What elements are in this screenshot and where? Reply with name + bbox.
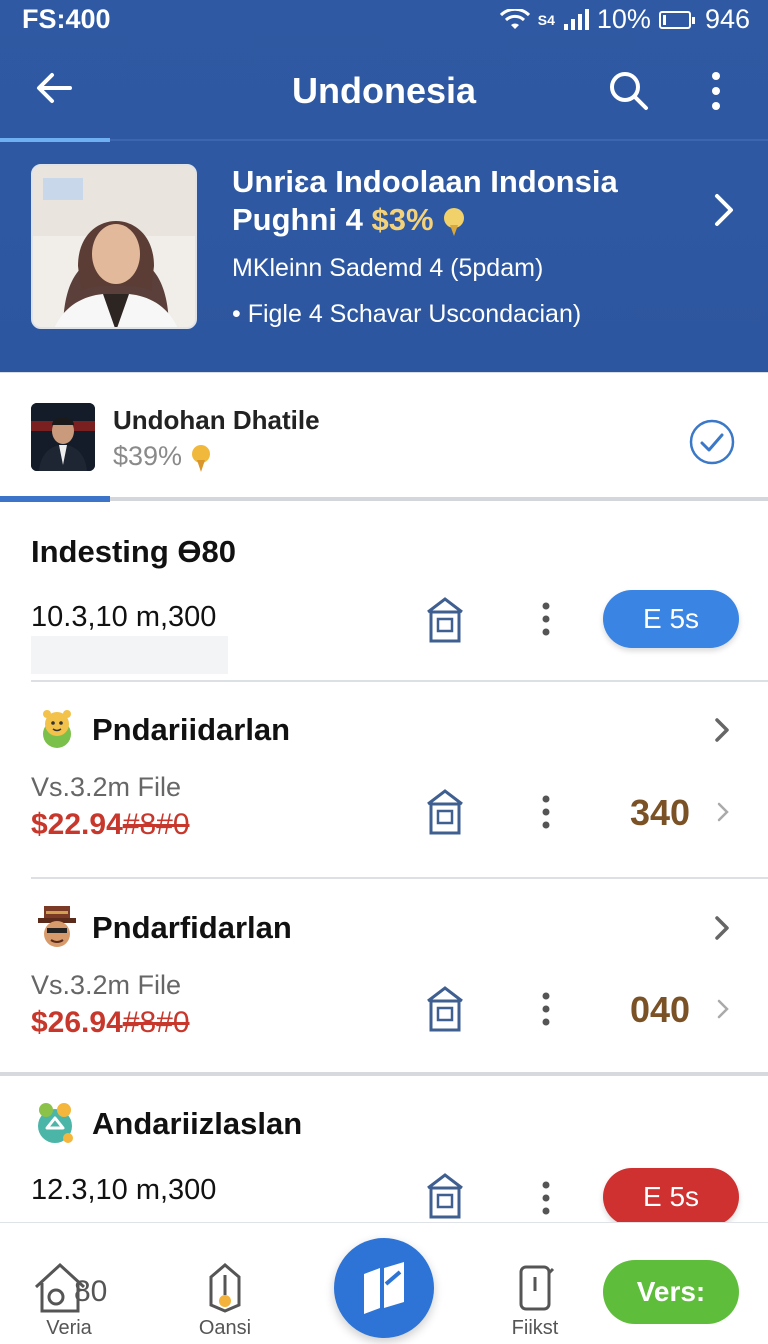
recycle-icon bbox=[38, 1103, 73, 1143]
page-title: Undonesia bbox=[291, 70, 477, 111]
store-icon[interactable] bbox=[425, 596, 465, 644]
badge-icon bbox=[444, 207, 465, 236]
section-value: 10.3,10 m,300 bbox=[31, 601, 217, 633]
divider bbox=[31, 680, 768, 682]
profile-price: $3% bbox=[371, 202, 434, 237]
chevron-right-icon bbox=[715, 194, 733, 226]
more-vert-icon[interactable] bbox=[698, 68, 734, 114]
profile-subtitle: MKleinn Sademd 4 (5pdam) bbox=[232, 254, 544, 282]
profile-card[interactable]: Unriɛa Indoolaan Indonsia Pughni 4 $3% M… bbox=[0, 142, 768, 372]
progress-bar-fill bbox=[0, 496, 110, 502]
item-title: Pndarfidarlan bbox=[92, 910, 292, 945]
app-bar: Undonesia bbox=[0, 46, 768, 136]
item-value: 12.3,10 m,300 bbox=[31, 1174, 217, 1206]
item-quantity: 340 bbox=[630, 792, 691, 833]
battery-percent: 10% bbox=[596, 4, 651, 34]
store-icon[interactable] bbox=[425, 1172, 465, 1220]
item-price: $22.94#8#0 bbox=[31, 808, 190, 842]
profile-photo bbox=[31, 164, 197, 329]
phone-icon bbox=[519, 1265, 555, 1311]
store-icon[interactable] bbox=[425, 985, 465, 1033]
chevron-right-icon bbox=[717, 999, 729, 1019]
chevron-right-icon[interactable] bbox=[712, 716, 732, 744]
center-action-button[interactable] bbox=[334, 1238, 434, 1338]
item-title: Pndariidarlan bbox=[92, 712, 291, 747]
check-circle-icon[interactable] bbox=[688, 418, 736, 466]
nav-item-oansi[interactable]: Oansi bbox=[180, 1261, 270, 1341]
nav-home-label: Veria bbox=[46, 1317, 92, 1339]
header: FS:400 S4 10% 946 Undonesia Unriɛa Indoo… bbox=[0, 0, 768, 372]
chevron-right-icon[interactable] bbox=[712, 914, 732, 942]
more-vert-icon[interactable] bbox=[540, 601, 552, 637]
progress-bar-track bbox=[110, 497, 768, 501]
search-icon[interactable] bbox=[606, 68, 652, 114]
account-avatar bbox=[31, 403, 95, 471]
item-quantity: 040 bbox=[630, 989, 691, 1030]
item-price-strike: #8#0 bbox=[122, 808, 190, 841]
divider bbox=[0, 1072, 768, 1076]
wifi-icon bbox=[499, 8, 530, 29]
nav-item-home[interactable]: 80 Veria bbox=[24, 1261, 114, 1341]
hat-person-icon bbox=[38, 906, 76, 947]
item-price: $26.94#8#0 bbox=[31, 1006, 190, 1040]
placeholder-bar bbox=[31, 636, 228, 674]
divider bbox=[31, 877, 768, 879]
more-vert-icon[interactable] bbox=[540, 991, 552, 1027]
profile-title-line2: Pughni 4 $3% bbox=[232, 202, 466, 238]
bear-icon bbox=[43, 710, 71, 748]
battery-icon bbox=[658, 10, 695, 29]
more-vert-icon[interactable] bbox=[540, 1180, 552, 1216]
account-row[interactable]: Undohan Dhatile $39% bbox=[0, 372, 768, 500]
profile-detail: • Figle 4 Schavar Uscondacian) bbox=[232, 300, 582, 328]
account-percent: $39% bbox=[113, 441, 212, 473]
nav-home-badge: 80 bbox=[74, 1275, 108, 1308]
account-percent-value: $39% bbox=[113, 441, 183, 471]
vers-button[interactable]: Vers: bbox=[603, 1260, 739, 1324]
nav-oansi-label: Oansi bbox=[198, 1317, 252, 1339]
map-icon bbox=[364, 1262, 404, 1314]
tag-icon bbox=[209, 1263, 241, 1313]
status-left-text: FS:400 bbox=[22, 4, 111, 34]
item-subtitle: Vs.3.2m File bbox=[31, 772, 182, 802]
item-price-value: $26.94 bbox=[31, 1006, 123, 1039]
status-time: 946 bbox=[704, 4, 750, 34]
profile-title-line1: Unriɛa Indoolaan Indonsia bbox=[232, 164, 618, 199]
chevron-right-icon bbox=[717, 802, 729, 822]
more-vert-icon[interactable] bbox=[540, 794, 552, 830]
profile-plan-text: Pughni 4 bbox=[232, 202, 363, 237]
section-title: Indesting Ɵ80 bbox=[31, 534, 236, 569]
item-title: Andariizlaslan bbox=[92, 1106, 303, 1141]
store-icon[interactable] bbox=[425, 788, 465, 836]
status-right: S4 10% 946 bbox=[499, 4, 750, 35]
action-pill-button[interactable]: E 5s bbox=[603, 1168, 739, 1226]
nav-item-fiikst[interactable]: Fiikst bbox=[490, 1261, 580, 1341]
signal-icon bbox=[563, 8, 589, 30]
network-type: S4 bbox=[537, 11, 555, 28]
badge-icon bbox=[191, 444, 210, 472]
nav-fiikst-label: Fiikst bbox=[511, 1317, 559, 1339]
item-price-strike: #8#0 bbox=[122, 1006, 190, 1039]
action-pill-button[interactable]: E 5s bbox=[603, 590, 739, 648]
status-bar: FS:400 S4 10% 946 bbox=[0, 0, 768, 38]
item-price-value: $22.94 bbox=[31, 808, 123, 841]
account-name: Undohan Dhatile bbox=[113, 405, 320, 435]
item-subtitle: Vs.3.2m File bbox=[31, 970, 182, 1000]
tab-track bbox=[110, 139, 768, 141]
